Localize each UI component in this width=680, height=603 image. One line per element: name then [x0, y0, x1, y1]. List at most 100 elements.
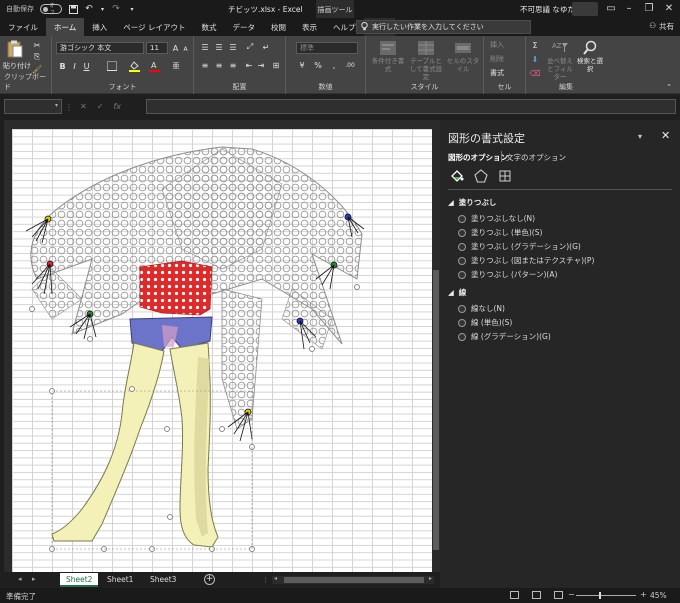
- percent-icon[interactable]: %: [312, 60, 324, 70]
- cut-icon[interactable]: ✂: [32, 40, 42, 50]
- legs-shape[interactable]: [51, 342, 219, 548]
- radio-button[interactable]: [458, 332, 466, 341]
- drawing-canvas[interactable]: [12, 129, 432, 572]
- name-box-dropdown-icon[interactable]: ▾: [55, 102, 58, 109]
- minimize-icon[interactable]: –: [622, 2, 636, 16]
- tab-home[interactable]: ホーム: [46, 18, 85, 36]
- tab-formulas[interactable]: 数式: [194, 18, 225, 36]
- align-left-icon[interactable]: ≡: [200, 60, 210, 70]
- paste-icon[interactable]: [6, 39, 24, 59]
- tab-page-layout[interactable]: ページ レイアウト: [115, 18, 193, 36]
- comma-style-icon[interactable]: ,: [328, 60, 340, 70]
- decimal-icon[interactable]: .00: [342, 60, 358, 70]
- autosum-icon[interactable]: Σ: [530, 40, 540, 50]
- scroll-left-icon[interactable]: ◂: [274, 575, 277, 582]
- close-pane-icon[interactable]: ✕: [661, 129, 670, 142]
- page-layout-view-icon[interactable]: [532, 591, 541, 599]
- sheet-tab-sheet2[interactable]: Sheet2: [60, 573, 99, 587]
- delete-cells-button[interactable]: 削除: [490, 54, 504, 64]
- polka-dot-top-shape[interactable]: [139, 260, 213, 316]
- redo-icon[interactable]: ↷: [111, 4, 121, 14]
- decrease-indent-icon[interactable]: ⇤: [244, 60, 254, 70]
- fill-option-pattern[interactable]: 塗りつぶし (パターン)(A): [458, 269, 557, 280]
- row-headers[interactable]: [4, 129, 12, 572]
- font-color-icon[interactable]: A: [148, 60, 160, 72]
- horizontal-scrollbar[interactable]: ◂ ▸: [272, 575, 434, 584]
- effects-icon[interactable]: [472, 167, 490, 185]
- tab-review[interactable]: 校閲: [263, 18, 294, 36]
- radio-button[interactable]: [458, 242, 466, 251]
- align-center-icon[interactable]: ≡: [214, 60, 224, 70]
- enter-icon[interactable]: ✓: [97, 102, 104, 111]
- phonetic-icon[interactable]: 亜: [170, 60, 182, 72]
- italic-icon[interactable]: I: [70, 60, 79, 72]
- ribbon-display-icon[interactable]: ▭: [604, 2, 618, 16]
- align-middle-icon[interactable]: ☰: [214, 42, 224, 52]
- zoom-slider-thumb[interactable]: [599, 592, 602, 599]
- page-break-view-icon[interactable]: [554, 591, 563, 599]
- worksheet[interactable]: [4, 120, 432, 572]
- insert-cells-button[interactable]: 挿入: [490, 40, 504, 50]
- fill-down-icon[interactable]: ⬇: [530, 54, 540, 64]
- sheet-tab-sheet1[interactable]: Sheet1: [101, 573, 139, 587]
- restore-icon[interactable]: ❐: [642, 2, 656, 16]
- sort-filter-button[interactable]: AZ 並べ替えとフィルター: [546, 40, 574, 81]
- radio-button[interactable]: [458, 228, 466, 237]
- fill-option-none[interactable]: 塗りつぶしなし(N): [458, 213, 535, 224]
- normal-view-icon[interactable]: [510, 591, 519, 599]
- next-sheet-icon[interactable]: ▸: [32, 575, 36, 583]
- align-right-icon[interactable]: ≡: [228, 60, 238, 70]
- line-section-header[interactable]: ◢ 線: [448, 287, 466, 298]
- radio-button[interactable]: [458, 304, 466, 313]
- wrap-text-icon[interactable]: ↵: [260, 42, 272, 52]
- user-name[interactable]: 不可思議 なゆた: [520, 4, 575, 15]
- sheet-tab-sheet3[interactable]: Sheet3: [144, 573, 182, 587]
- vertical-scroll-thumb[interactable]: [433, 270, 439, 550]
- fill-section-header[interactable]: ◢ 塗りつぶし: [448, 197, 496, 208]
- tab-text-options[interactable]: 文字のオプション: [506, 152, 566, 163]
- save-icon[interactable]: [68, 4, 78, 14]
- font-size-select[interactable]: 11: [146, 42, 168, 54]
- fill-line-icon[interactable]: [448, 167, 466, 185]
- radio-button[interactable]: [458, 318, 466, 327]
- zoom-out-icon[interactable]: −: [568, 590, 575, 599]
- undo-icon[interactable]: ↶: [84, 4, 94, 14]
- line-option-solid[interactable]: 線 (単色)(S): [458, 317, 512, 328]
- number-format-select[interactable]: 標準: [296, 42, 358, 54]
- tab-view[interactable]: 表示: [294, 18, 325, 36]
- name-box[interactable]: ▾: [4, 99, 62, 114]
- fill-option-picture[interactable]: 塗りつぶし (図またはテクスチャ)(P): [458, 255, 594, 266]
- align-top-icon[interactable]: ☰: [200, 42, 210, 52]
- autosave-toggle[interactable]: オフ: [40, 3, 62, 16]
- zoom-level[interactable]: 45%: [650, 591, 667, 600]
- line-option-gradient[interactable]: 線 (グラデーション)(G): [458, 331, 551, 342]
- find-select-button[interactable]: 検索と選択: [576, 40, 604, 73]
- scroll-right-icon[interactable]: ▸: [429, 575, 432, 582]
- copy-icon[interactable]: ⎘: [32, 52, 42, 62]
- avatar[interactable]: [572, 2, 598, 16]
- cell-styles-button[interactable]: セルのスタイル: [446, 40, 480, 73]
- tab-file[interactable]: ファイル: [0, 18, 46, 36]
- grow-font-icon[interactable]: A: [171, 42, 180, 54]
- zoom-in-icon[interactable]: +: [640, 590, 647, 599]
- tab-splitter-icon[interactable]: ⋮: [262, 576, 269, 584]
- radio-button[interactable]: [458, 256, 466, 265]
- column-headers[interactable]: [4, 120, 432, 129]
- share-button[interactable]: ⚇ 共有: [649, 21, 674, 32]
- shrink-font-icon[interactable]: A: [181, 43, 190, 55]
- close-icon[interactable]: ✕: [662, 2, 676, 16]
- currency-icon[interactable]: ¥: [296, 60, 308, 70]
- radio-button[interactable]: [458, 270, 466, 279]
- add-sheet-icon[interactable]: +: [204, 574, 215, 585]
- radio-button[interactable]: [458, 214, 466, 223]
- borders-icon[interactable]: [106, 60, 118, 72]
- horizontal-scroll-thumb[interactable]: [284, 577, 424, 583]
- format-as-table-button[interactable]: テーブルとして書式設定: [408, 40, 444, 81]
- undo-dropdown-icon[interactable]: ▾: [100, 4, 105, 14]
- tab-data[interactable]: データ: [225, 18, 264, 36]
- vertical-scrollbar[interactable]: [432, 120, 440, 572]
- font-name-select[interactable]: 游ゴシック 本文: [56, 42, 144, 54]
- zoom-slider[interactable]: [576, 595, 636, 596]
- conditional-formatting-button[interactable]: 条件付き書式: [370, 40, 406, 73]
- prev-sheet-icon[interactable]: ◂: [18, 575, 22, 583]
